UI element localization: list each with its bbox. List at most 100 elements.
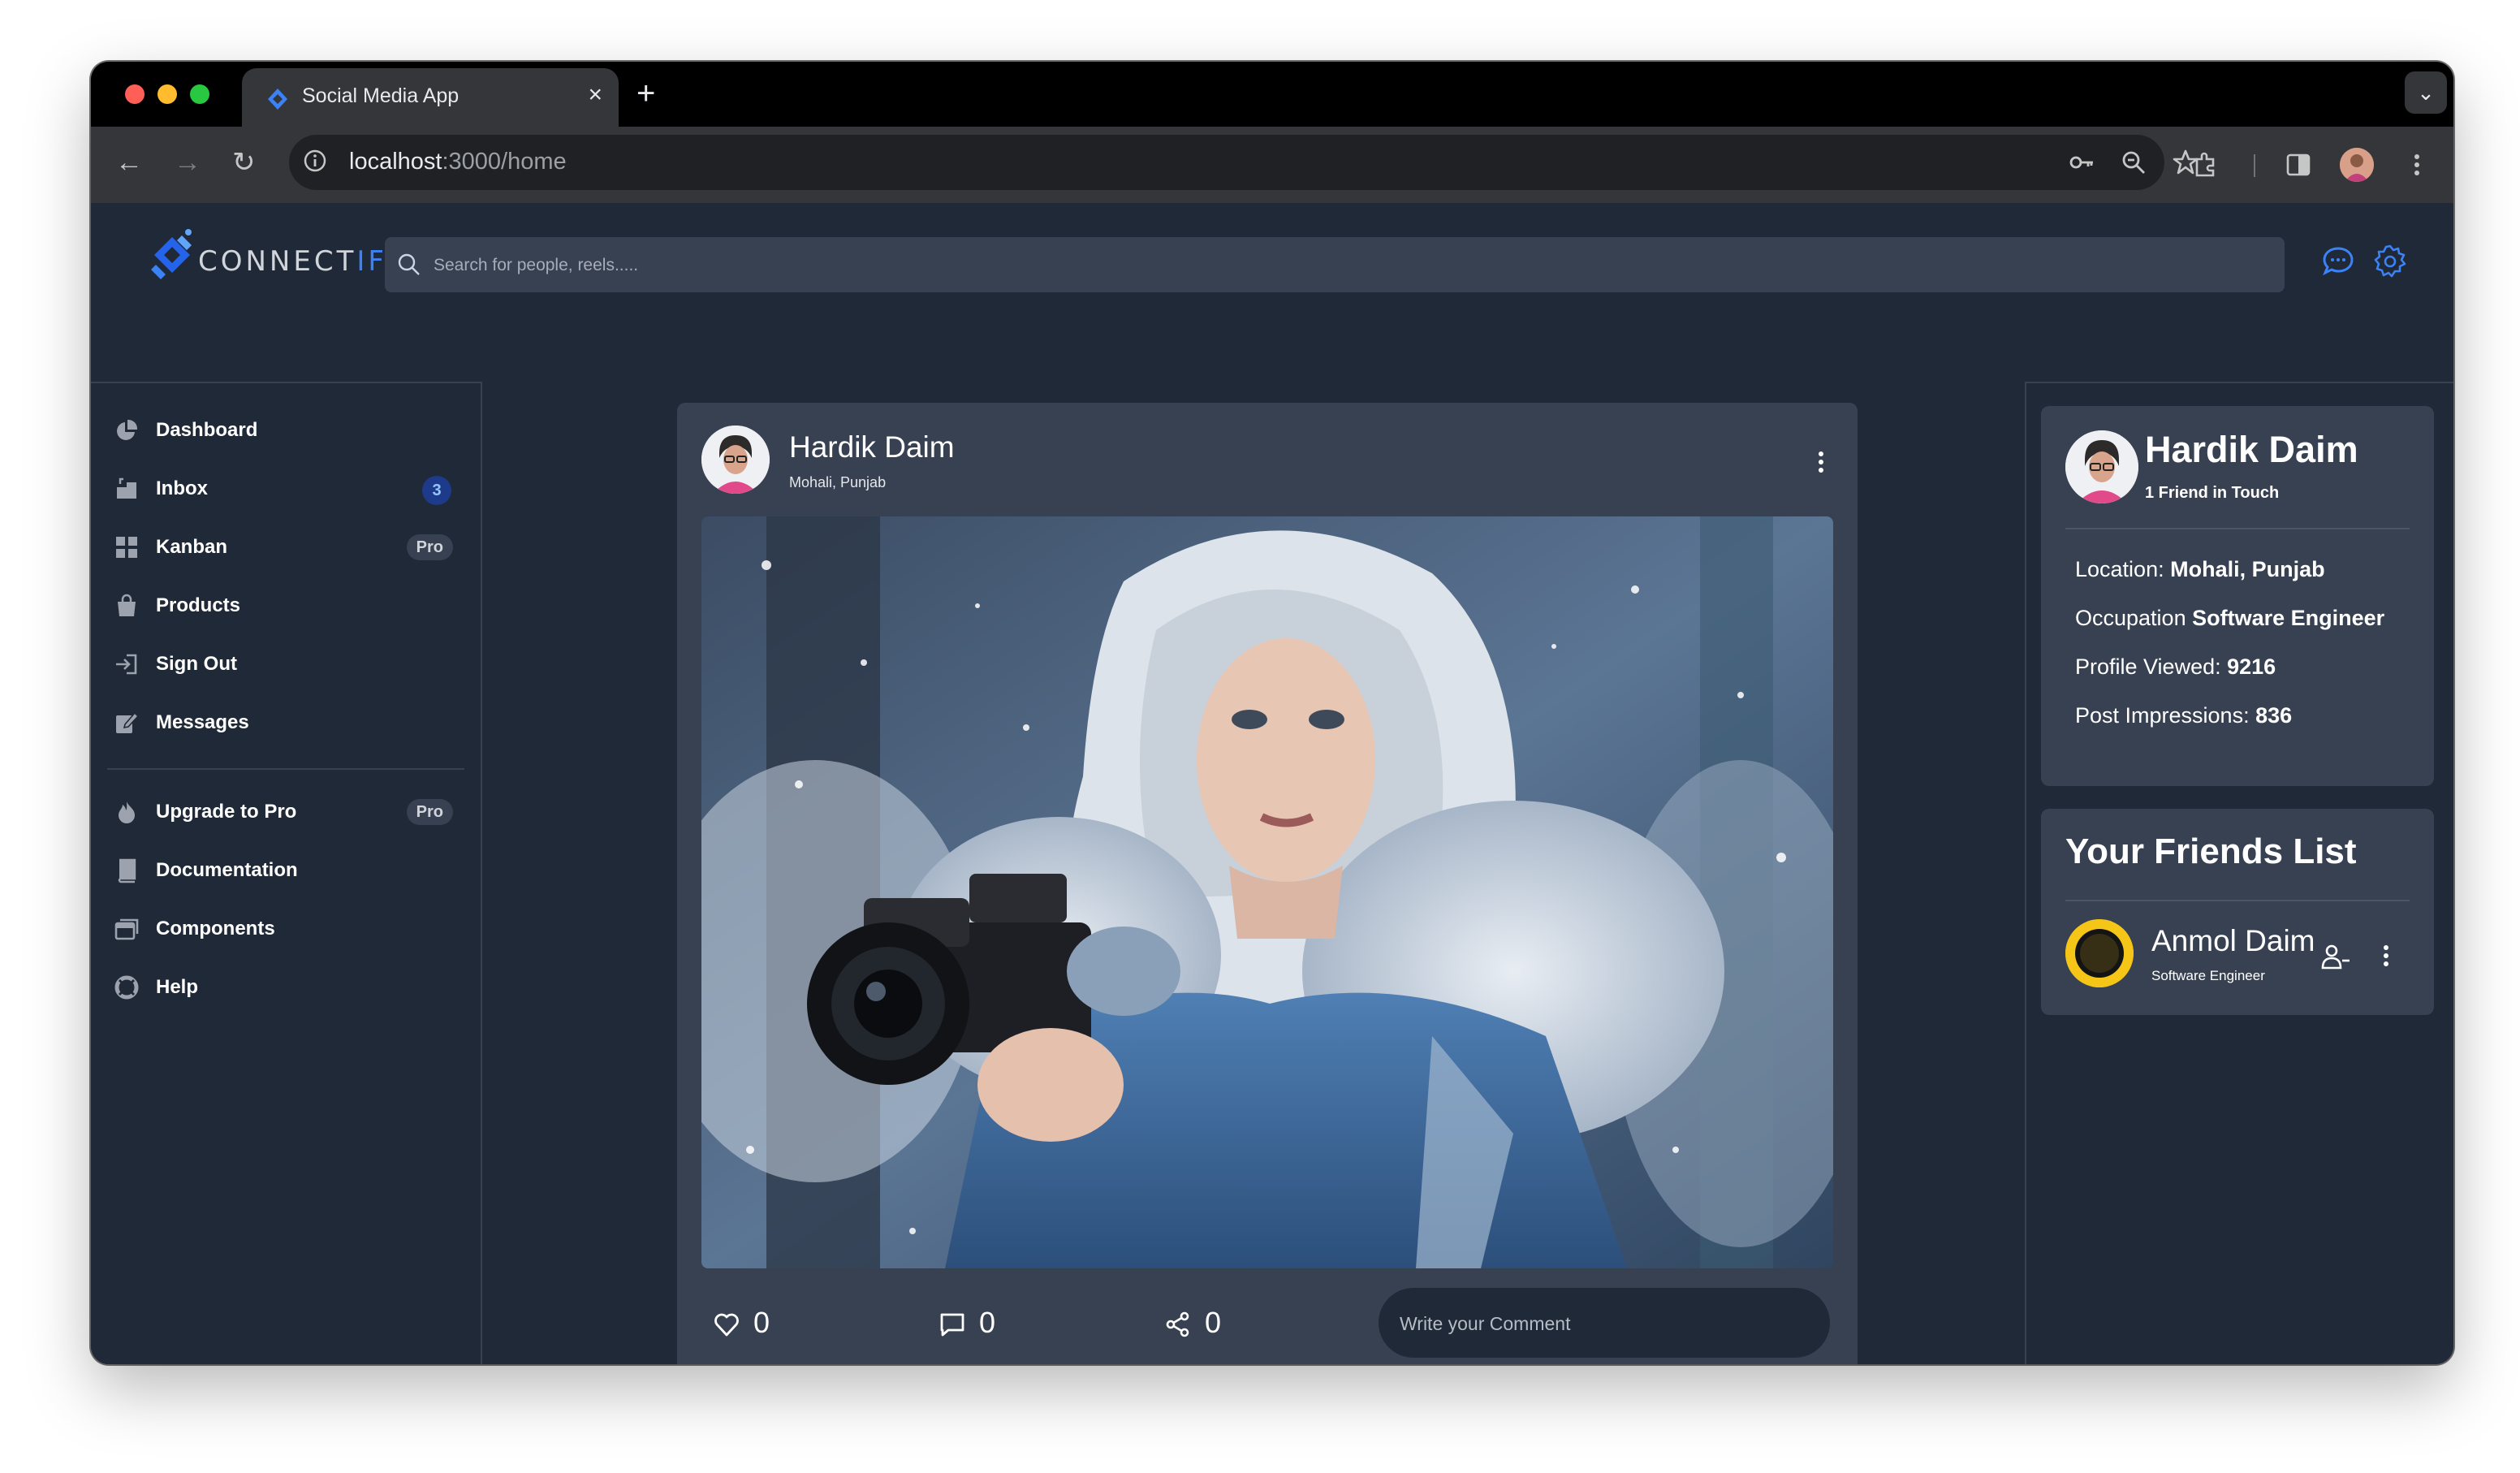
sidebar-item-label: Upgrade to Pro (156, 801, 297, 823)
like-count: 0 (753, 1306, 770, 1339)
inbox-count-badge: 3 (422, 476, 451, 505)
app-root: CONNECTIFY Dashboard (91, 203, 2453, 1364)
pro-badge: Pro (406, 799, 453, 825)
post-location: Mohali, Punjab (789, 474, 887, 490)
sidebar-item-label: Sign Out (156, 653, 237, 675)
post-author-name[interactable]: Hardik Daim (789, 430, 955, 464)
profile-impressions-row: Post Impressions: 836 (2075, 703, 2293, 728)
friend-avatar[interactable] (2065, 919, 2134, 987)
side-panel-icon[interactable] (2283, 149, 2314, 180)
forward-arrow-icon[interactable]: → (174, 146, 201, 179)
sidebar-item-products[interactable]: Products (114, 583, 461, 629)
tab-search-chevron-icon[interactable]: ⌄ (2405, 71, 2447, 114)
sidebar-item-label: Help (156, 976, 199, 998)
close-window-button[interactable] (125, 84, 145, 104)
profile-name: Hardik Daim (2145, 429, 2358, 470)
more-vertical-icon[interactable] (1817, 450, 1825, 474)
edit-icon (116, 711, 140, 733)
toolbar-separator (2254, 154, 2255, 177)
pro-badge: Pro (406, 534, 453, 560)
browser-tab[interactable]: Social Media App × (242, 68, 619, 127)
sidebar-item-documentation[interactable]: Documentation (114, 848, 461, 893)
address-bar[interactable]: localhost:3000/home (289, 135, 2199, 190)
sidebar-item-upgrade[interactable]: Upgrade to Pro Pro (114, 789, 461, 835)
friend-name[interactable]: Anmol Daim (2151, 924, 2315, 958)
sidebar-item-label: Products (156, 594, 241, 616)
grid-icon (116, 537, 137, 558)
pie-chart-icon (117, 419, 138, 440)
tab-title: Social Media App (302, 84, 460, 107)
settings-gear-icon[interactable] (2372, 244, 2408, 279)
remove-friend-icon[interactable] (2320, 942, 2351, 973)
close-tab-icon[interactable]: × (588, 83, 602, 107)
book-icon (118, 858, 136, 883)
friend-more-icon[interactable] (2382, 944, 2390, 968)
site-info-icon[interactable] (302, 148, 328, 174)
profile-divider (2065, 528, 2410, 529)
profile-viewed-value: 9216 (2227, 654, 2276, 679)
reload-icon[interactable]: ↻ (232, 146, 256, 179)
search-icon (398, 253, 420, 275)
sidebar-item-messages[interactable]: Messages (114, 700, 461, 745)
brand-name: CONNECTIFY (198, 245, 408, 278)
sign-out-icon (116, 654, 137, 675)
connectify-favicon-icon (268, 89, 287, 110)
comment-count: 0 (979, 1306, 996, 1339)
comment-field[interactable] (1379, 1288, 1830, 1359)
tab-bar: Social Media App × + ⌄ (91, 62, 2453, 127)
browser-toolbar: ← → ↻ localhost:3000/home (91, 127, 2453, 205)
browser-window: Social Media App × + ⌄ ← → ↻ localhost:3… (91, 62, 2453, 1364)
browser-menu-icon[interactable] (2401, 149, 2432, 180)
profile-location-value: Mohali, Punjab (2170, 557, 2325, 581)
browser-profile-avatar[interactable] (2340, 148, 2374, 182)
sidebar-item-sign-out[interactable]: Sign Out (114, 641, 461, 687)
comment-icon (940, 1313, 964, 1337)
search-input[interactable] (432, 237, 2270, 294)
shopping-bag-icon (118, 594, 136, 616)
sidebar-item-inbox[interactable]: Inbox 3 (114, 466, 461, 512)
extensions-icon[interactable] (2190, 149, 2221, 180)
inbox-icon (117, 477, 136, 499)
share-count: 0 (1205, 1306, 1222, 1339)
sidebar-item-dashboard[interactable]: Dashboard (114, 408, 461, 453)
maximize-window-button[interactable] (190, 84, 209, 104)
profile-location-row: Location: Mohali, Punjab (2075, 557, 2325, 581)
sidebar-item-label: Dashboard (156, 419, 258, 441)
new-tab-icon[interactable]: + (636, 73, 655, 114)
profile-impressions-value: 836 (2255, 703, 2293, 728)
post-image[interactable] (701, 516, 1833, 1268)
friends-list-title: Your Friends List (2065, 832, 2357, 871)
heart-icon (714, 1313, 739, 1337)
profile-friend-count: 1 Friend in Touch (2145, 484, 2280, 502)
post-author-avatar[interactable] (701, 425, 770, 494)
friends-card: Your Friends List Anmol Daim Software En… (2041, 809, 2434, 1015)
profile-avatar[interactable] (2065, 430, 2138, 503)
sidebar-item-label: Components (156, 918, 275, 940)
url-text: localhost:3000/home (349, 149, 567, 175)
sidebar-item-label: Messages (156, 711, 249, 733)
fire-icon (119, 801, 135, 823)
friends-divider (2065, 900, 2410, 901)
sidebar-item-label: Kanban (156, 536, 228, 558)
profile-occupation-row: Occupation Software Engineer (2075, 606, 2385, 630)
sidebar-item-label: Inbox (156, 477, 208, 499)
sidebar-item-help[interactable]: Help (114, 965, 461, 1010)
chat-icon[interactable] (2320, 244, 2356, 279)
sidebar-item-kanban[interactable]: Kanban Pro (114, 525, 461, 570)
profile-card: Hardik Daim 1 Friend in Touch Location: … (2041, 406, 2434, 786)
profile-occupation-value: Software Engineer (2192, 606, 2385, 630)
comment-input[interactable] (1398, 1288, 1815, 1359)
share-icon (1166, 1311, 1189, 1337)
back-arrow-icon[interactable]: ← (115, 146, 143, 179)
sidebar-divider (107, 768, 464, 770)
zoom-icon[interactable] (2119, 148, 2148, 177)
lifebuoy-icon (114, 975, 139, 1000)
components-icon (114, 918, 139, 940)
friend-role: Software Engineer (2151, 968, 2265, 983)
profile-viewed-row: Profile Viewed: 9216 (2075, 654, 2276, 679)
search-bar[interactable] (385, 237, 2285, 294)
key-icon[interactable] (2067, 148, 2096, 177)
sidebar-item-components[interactable]: Components (114, 906, 461, 952)
post-card: Hardik Daim Mohali, Punjab 0 0 0 Write y… (677, 403, 1858, 1364)
minimize-window-button[interactable] (158, 84, 177, 104)
